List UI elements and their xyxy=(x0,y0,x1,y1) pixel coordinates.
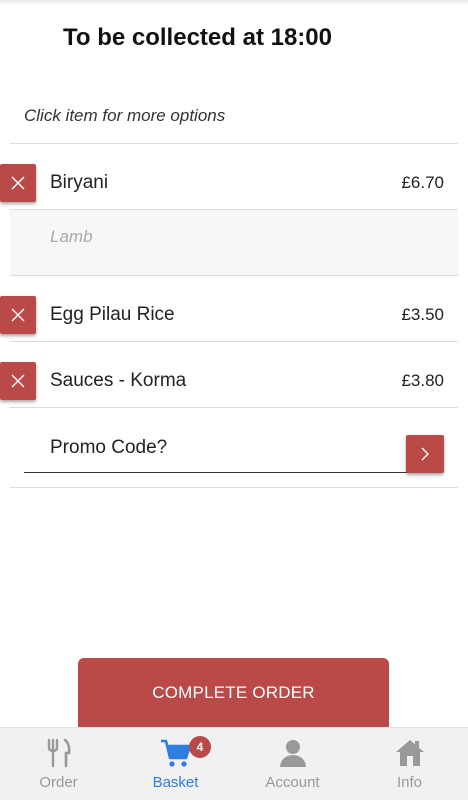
item-name: Sauces - Korma xyxy=(50,370,187,391)
item-option: Lamb xyxy=(50,227,93,246)
divider xyxy=(10,341,458,342)
tab-account[interactable]: Account xyxy=(234,728,351,800)
cutlery-icon xyxy=(47,738,70,768)
tab-order[interactable]: Order xyxy=(0,728,117,800)
basket-item-biryani[interactable]: Biryani £6.70 xyxy=(0,164,468,204)
tab-basket[interactable]: 4 Basket xyxy=(117,728,234,800)
tab-label: Info xyxy=(396,774,423,791)
basket-item-egg-pilau-rice[interactable]: Egg Pilau Rice £3.50 xyxy=(0,296,468,336)
close-icon xyxy=(11,308,25,322)
tab-label: Account xyxy=(265,774,320,791)
divider xyxy=(10,275,458,276)
divider xyxy=(10,407,458,408)
promo-submit-button[interactable] xyxy=(406,435,444,473)
tab-label: Basket xyxy=(152,774,199,791)
tab-info[interactable]: Info xyxy=(351,728,468,800)
item-name: Biryani xyxy=(50,172,109,193)
remove-item-button[interactable] xyxy=(0,362,36,400)
remove-item-button[interactable] xyxy=(0,296,36,334)
top-shadow xyxy=(0,0,468,6)
home-icon xyxy=(395,740,424,766)
close-icon xyxy=(11,176,25,190)
complete-order-button[interactable]: COMPLETE ORDER xyxy=(78,658,389,730)
item-price: £6.70 xyxy=(401,173,444,192)
divider xyxy=(10,143,458,144)
item-price: £3.80 xyxy=(401,371,444,390)
hint-text: Click item for more options xyxy=(24,106,226,125)
item-price: £3.50 xyxy=(401,305,444,324)
item-name: Egg Pilau Rice xyxy=(50,304,175,325)
user-icon xyxy=(279,740,306,767)
close-icon xyxy=(11,374,25,388)
remove-item-button[interactable] xyxy=(0,164,36,202)
page-title: To be collected at 18:00 xyxy=(63,24,332,51)
promo-code-underline xyxy=(24,472,408,473)
item-options-panel[interactable]: Lamb xyxy=(10,210,458,275)
promo-code-field[interactable]: Promo Code? xyxy=(50,437,167,459)
chevron-right-icon xyxy=(421,447,429,461)
cart-icon xyxy=(160,739,191,767)
cart-count-badge: 4 xyxy=(189,736,211,758)
tab-label: Order xyxy=(39,774,78,791)
bottom-tab-bar: Order 4 Basket Account Info xyxy=(0,727,468,800)
basket-item-sauces-korma[interactable]: Sauces - Korma £3.80 xyxy=(0,362,468,402)
divider xyxy=(10,487,458,488)
